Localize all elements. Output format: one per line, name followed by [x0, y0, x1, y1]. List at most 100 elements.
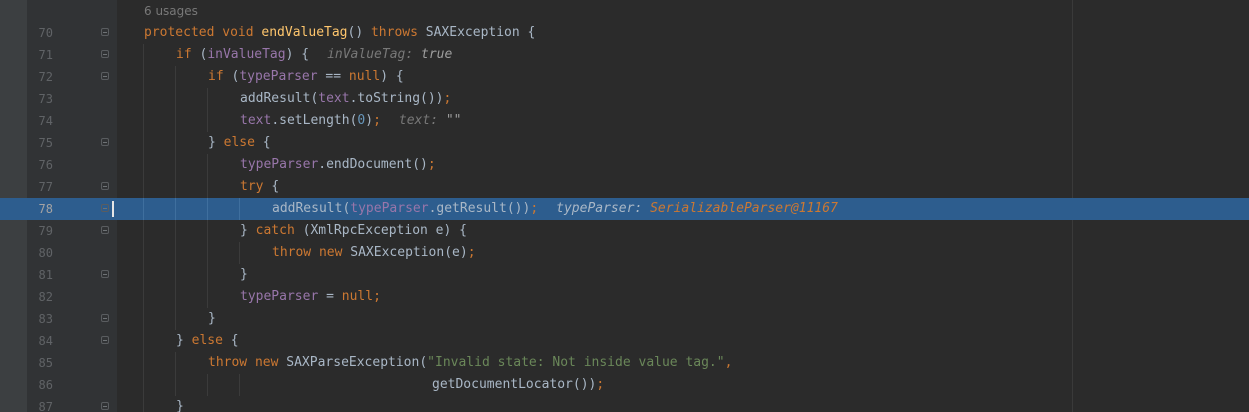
code-token: text — [318, 91, 350, 106]
line-number[interactable]: 70 — [27, 22, 53, 44]
fold-marker-icon[interactable] — [101, 270, 109, 278]
code-token: typeParser — [240, 157, 319, 172]
code-editor[interactable]: 6 usages 70 protected void endValueTag() … — [0, 0, 1249, 412]
code-text[interactable]: throw new SAXException(e); — [272, 242, 476, 264]
fold-marker-icon[interactable] — [101, 204, 109, 212]
usages-hint[interactable]: 6 usages — [144, 0, 198, 22]
code-line[interactable]: 75 } else { — [0, 132, 1249, 154]
code-text[interactable]: addResult(text.toString()); — [240, 88, 451, 110]
code-line[interactable]: 84 } else { — [0, 330, 1249, 352]
line-number[interactable]: 85 — [27, 352, 53, 374]
line-number[interactable]: 82 — [27, 286, 53, 308]
code-line[interactable]: 83} — [0, 308, 1249, 330]
line-number[interactable]: 80 — [27, 242, 53, 264]
fold-marker-icon[interactable] — [101, 226, 109, 234]
code-line[interactable]: 77 try { — [0, 176, 1249, 198]
fold-marker-icon[interactable] — [101, 182, 109, 190]
code-token: null — [348, 69, 381, 84]
code-line[interactable]: 85 throw new SAXParseException("Invalid s… — [0, 352, 1249, 374]
code-line[interactable]: 80 throw new SAXException(e); — [0, 242, 1249, 264]
debug-inline-value[interactable]: text: "" — [399, 113, 462, 128]
code-text[interactable]: if (inValueTag) {inValueTag: true — [176, 44, 452, 66]
code-token: throw new — [272, 245, 351, 260]
code-line[interactable]: 81} — [0, 264, 1249, 286]
line-number[interactable]: 87 — [27, 396, 53, 412]
line-number[interactable]: 77 — [27, 176, 53, 198]
code-token: ; — [443, 91, 452, 106]
fold-marker-icon[interactable] — [101, 314, 109, 322]
line-number[interactable]: 83 — [27, 308, 53, 330]
fold-marker-icon[interactable] — [101, 402, 109, 410]
code-text[interactable]: addResult(typeParser.getResult()); typePa… — [272, 198, 838, 220]
fold-marker-icon[interactable] — [101, 28, 109, 36]
code-text[interactable]: throw new SAXParseException("Invalid sta… — [208, 352, 732, 374]
indent-guide — [207, 374, 208, 396]
code-line[interactable]: 72 if (typeParser == null) { — [0, 66, 1249, 88]
line-number[interactable]: 84 — [27, 330, 53, 352]
indent-guide — [207, 198, 208, 220]
code-token: catch — [255, 223, 303, 238]
code-token: ; — [373, 113, 381, 128]
code-text[interactable]: } else { — [208, 132, 271, 154]
code-text[interactable]: typeParser.endDocument(); — [240, 154, 436, 176]
code-token: } — [176, 333, 192, 348]
indent-guide — [207, 176, 208, 198]
code-token: ) { — [380, 69, 404, 84]
line-number[interactable]: 74 — [27, 110, 53, 132]
code-line[interactable]: 86 getDocumentLocator()); — [0, 374, 1249, 396]
code-line[interactable]: 87} — [0, 396, 1249, 412]
line-number[interactable]: 76 — [27, 154, 53, 176]
code-text[interactable]: } — [176, 396, 184, 412]
code-token: throw new — [208, 355, 287, 370]
code-line[interactable]: 74 text.setLength(0); text: "" — [0, 110, 1249, 132]
indent-guide — [207, 286, 208, 308]
fold-marker-icon[interactable] — [101, 138, 109, 146]
fold-marker-icon[interactable] — [101, 50, 109, 58]
code-token: = — [318, 289, 342, 304]
code-token: ; — [373, 289, 381, 304]
indent-guide — [143, 374, 144, 396]
code-text[interactable]: getDocumentLocator()); — [432, 374, 604, 396]
code-text[interactable]: } catch (XmlRpcException e) { — [240, 220, 467, 242]
indent-guide — [143, 396, 144, 412]
code-line[interactable]: 82 typeParser = null; — [0, 286, 1249, 308]
current-execution-line[interactable]: 78 addResult(typeParser.getResult()); type… — [0, 198, 1249, 220]
indent-guide — [143, 88, 144, 110]
line-number[interactable]: 79 — [27, 220, 53, 242]
code-line[interactable]: 71 if (inValueTag) {inValueTag: true — [0, 44, 1249, 66]
code-token: getDocumentLocator()) — [432, 377, 597, 392]
line-number[interactable]: 73 — [27, 88, 53, 110]
debug-variable-name: typeParser: — [556, 201, 643, 216]
code-text[interactable]: if (typeParser == null) { — [208, 66, 404, 88]
fold-marker-icon[interactable] — [101, 72, 109, 80]
code-text[interactable]: } — [240, 264, 248, 286]
debug-inline-value[interactable]: typeParser: SerializableParser@11167 — [556, 201, 838, 216]
debug-inline-value[interactable]: inValueTag: true — [327, 47, 452, 62]
indent-guide — [239, 242, 240, 264]
code-line[interactable]: 73 addResult(text.toString()); — [0, 88, 1249, 110]
line-number[interactable]: 81 — [27, 264, 53, 286]
code-text[interactable]: } else { — [176, 330, 239, 352]
indent-guide — [175, 374, 176, 396]
indent-guide — [175, 88, 176, 110]
line-number[interactable]: 86 — [27, 374, 53, 396]
line-number[interactable]: 71 — [27, 44, 53, 66]
line-number[interactable]: 75 — [27, 132, 53, 154]
indent-guide — [175, 132, 176, 154]
line-number[interactable]: 72 — [27, 66, 53, 88]
code-text[interactable]: } — [208, 308, 216, 330]
line-number[interactable]: 78 — [27, 198, 53, 220]
text-caret — [112, 201, 114, 217]
indent-guide — [143, 330, 144, 352]
code-text[interactable]: try { — [240, 176, 279, 198]
code-line[interactable]: 70 protected void endValueTag() throws SA… — [0, 22, 1249, 44]
code-text[interactable]: text.setLength(0); text: "" — [240, 110, 462, 132]
code-line[interactable]: 76 typeParser.endDocument(); — [0, 154, 1249, 176]
code-text[interactable]: protected void endValueTag() throws SAXE… — [144, 22, 535, 44]
code-token: null — [341, 289, 374, 304]
fold-marker-icon[interactable] — [101, 336, 109, 344]
code-text[interactable]: typeParser = null; — [240, 286, 381, 308]
code-token: typeParser — [239, 69, 318, 84]
code-token: else — [191, 333, 231, 348]
code-line[interactable]: 79 } catch (XmlRpcException e) { — [0, 220, 1249, 242]
